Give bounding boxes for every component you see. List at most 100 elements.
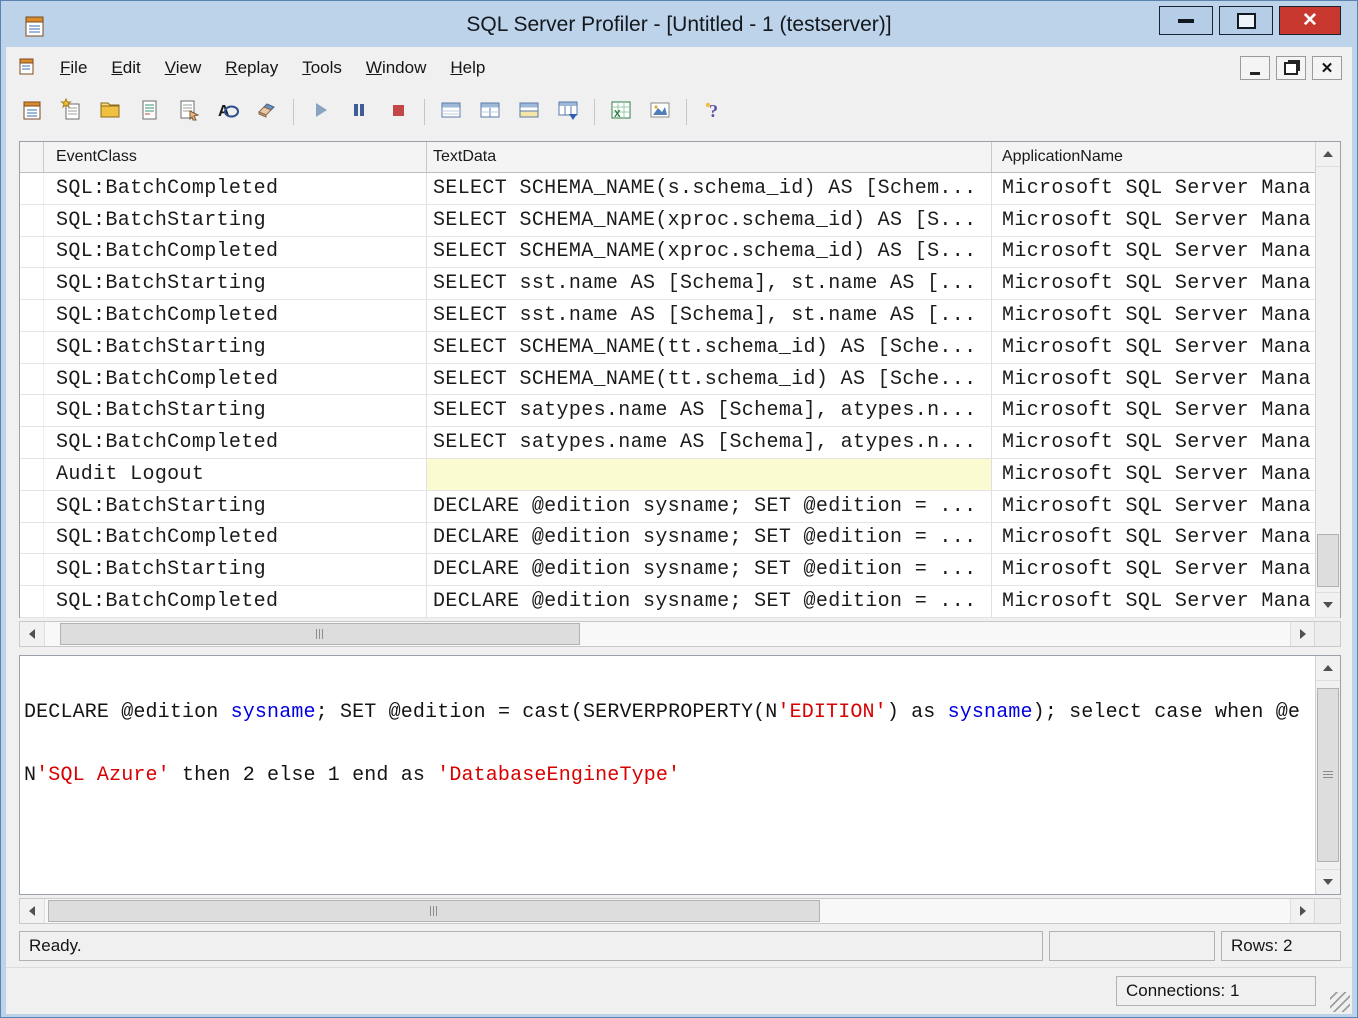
toolbar-separator bbox=[686, 99, 687, 125]
cell-eventclass: SQL:BatchCompleted bbox=[44, 300, 427, 331]
cell-applicationname: Microsoft SQL Server Mana bbox=[992, 332, 1315, 363]
new-trace-button[interactable] bbox=[20, 99, 46, 125]
scroll-up-button[interactable] bbox=[1316, 656, 1340, 681]
svg-text:?: ? bbox=[709, 101, 718, 121]
clear-trace-button[interactable] bbox=[254, 99, 280, 125]
grid-hscroll-thumb[interactable] bbox=[60, 623, 580, 645]
cell-applicationname: Microsoft SQL Server Mana bbox=[992, 364, 1315, 395]
mdi-restore-button[interactable] bbox=[1276, 56, 1306, 80]
menu-tools[interactable]: Tools bbox=[290, 52, 354, 84]
detail-vscroll-thumb[interactable] bbox=[1317, 688, 1339, 862]
cell-eventclass: SQL:BatchCompleted bbox=[44, 173, 427, 204]
trace-properties-button[interactable] bbox=[176, 99, 202, 125]
mdi-close-button[interactable]: ✕ bbox=[1312, 56, 1342, 80]
help-button[interactable]: ? bbox=[700, 99, 726, 125]
document-icon bbox=[18, 56, 38, 81]
save-trace-button[interactable] bbox=[137, 99, 163, 125]
auto-scroll-button[interactable] bbox=[477, 99, 503, 125]
scroll-up-button[interactable] bbox=[1316, 142, 1340, 167]
table-row[interactable]: SQL:BatchCompletedSELECT SCHEMA_NAME(s.s… bbox=[20, 173, 1340, 205]
open-trace-button[interactable] bbox=[98, 99, 124, 125]
grouped-view-button[interactable] bbox=[516, 99, 542, 125]
scroll-left-button[interactable] bbox=[20, 622, 45, 646]
connections-panel: Connections: 1 bbox=[1116, 976, 1316, 1006]
maximize-button[interactable] bbox=[1219, 6, 1273, 35]
scroll-right-button[interactable] bbox=[1290, 899, 1315, 923]
scroll-right-button[interactable] bbox=[1290, 622, 1315, 646]
table-row[interactable]: SQL:BatchCompletedDECLARE @edition sysna… bbox=[20, 586, 1340, 618]
table-row[interactable]: SQL:BatchCompletedSELECT SCHEMA_NAME(xpr… bbox=[20, 237, 1340, 269]
grouped-view-icon bbox=[517, 98, 541, 127]
resize-grip[interactable] bbox=[1330, 992, 1350, 1012]
start-trace-button[interactable] bbox=[307, 99, 333, 125]
menu-view[interactable]: View bbox=[153, 52, 214, 84]
grid-horizontal-scrollbar[interactable] bbox=[19, 621, 1341, 647]
row-indicator bbox=[20, 173, 44, 204]
cell-eventclass: Audit Logout bbox=[44, 459, 427, 490]
cell-eventclass: SQL:BatchStarting bbox=[44, 554, 427, 585]
window-content: File Edit View Replay Tools Window Help … bbox=[6, 47, 1352, 1012]
mdi-minimize-button[interactable] bbox=[1240, 56, 1270, 80]
header-applicationname[interactable]: ApplicationName bbox=[992, 142, 1315, 172]
detail-vertical-scrollbar[interactable] bbox=[1315, 656, 1340, 894]
header-eventclass[interactable]: EventClass bbox=[44, 142, 427, 172]
menu-replay[interactable]: Replay bbox=[213, 52, 290, 84]
chart-view-button[interactable] bbox=[647, 99, 673, 125]
table-row[interactable]: SQL:BatchStartingDECLARE @edition sysnam… bbox=[20, 491, 1340, 523]
export-grid-button[interactable]: X bbox=[608, 99, 634, 125]
chevron-up-icon bbox=[1323, 665, 1333, 671]
toggle-results-button[interactable] bbox=[438, 99, 464, 125]
table-row[interactable]: Audit LogoutMicrosoft SQL Server Mana bbox=[20, 459, 1340, 491]
table-row[interactable]: SQL:BatchCompletedDECLARE @edition sysna… bbox=[20, 523, 1340, 555]
table-row[interactable]: SQL:BatchStartingDECLARE @edition sysnam… bbox=[20, 554, 1340, 586]
sql-text: DECLARE @edition sysname; SET @edition =… bbox=[20, 656, 1315, 894]
table-row[interactable]: SQL:BatchStartingSELECT satypes.name AS … bbox=[20, 395, 1340, 427]
cell-eventclass: SQL:BatchCompleted bbox=[44, 364, 427, 395]
table-row[interactable]: SQL:BatchStartingSELECT sst.name AS [Sch… bbox=[20, 268, 1340, 300]
detail-hscroll-thumb[interactable] bbox=[48, 900, 820, 922]
row-indicator bbox=[20, 237, 44, 268]
pause-trace-icon bbox=[347, 98, 371, 127]
row-indicator bbox=[20, 554, 44, 585]
window-title: SQL Server Profiler - [Untitled - 1 (tes… bbox=[5, 13, 1353, 37]
pause-trace-button[interactable] bbox=[346, 99, 372, 125]
scroll-down-button[interactable] bbox=[1316, 869, 1340, 894]
table-row[interactable]: SQL:BatchCompletedSELECT sst.name AS [Sc… bbox=[20, 300, 1340, 332]
table-row[interactable]: SQL:BatchStartingSELECT SCHEMA_NAME(xpro… bbox=[20, 205, 1340, 237]
status-text: Ready. bbox=[29, 936, 82, 956]
stop-trace-button[interactable] bbox=[385, 99, 411, 125]
table-row[interactable]: SQL:BatchCompletedSELECT SCHEMA_NAME(tt.… bbox=[20, 364, 1340, 396]
thumb-grip-icon bbox=[1323, 771, 1333, 780]
toolbar-separator bbox=[594, 99, 595, 125]
grid-vertical-scrollbar[interactable] bbox=[1315, 142, 1340, 617]
header-textdata[interactable]: TextData bbox=[427, 142, 992, 172]
scroll-down-button[interactable] bbox=[1316, 592, 1340, 617]
menu-window[interactable]: Window bbox=[354, 52, 438, 84]
thumb-grip-icon bbox=[430, 906, 439, 916]
menu-file[interactable]: File bbox=[48, 52, 99, 84]
textdata-detail-pane[interactable]: DECLARE @edition sysname; SET @edition =… bbox=[19, 655, 1341, 895]
detail-horizontal-scrollbar[interactable] bbox=[19, 898, 1341, 924]
open-trace-icon bbox=[99, 98, 123, 127]
grid-vscroll-thumb[interactable] bbox=[1317, 534, 1339, 587]
organize-columns-button[interactable] bbox=[555, 99, 581, 125]
chevron-right-icon bbox=[1300, 906, 1306, 916]
mdi-close-icon: ✕ bbox=[1321, 61, 1334, 76]
scroll-left-button[interactable] bbox=[20, 899, 45, 923]
table-row[interactable]: SQL:BatchStartingSELECT SCHEMA_NAME(tt.s… bbox=[20, 332, 1340, 364]
row-indicator bbox=[20, 586, 44, 617]
menu-help[interactable]: Help bbox=[438, 52, 497, 84]
new-template-icon bbox=[60, 98, 84, 127]
table-row[interactable]: SQL:BatchCompletedSELECT satypes.name AS… bbox=[20, 427, 1340, 459]
cell-textdata: DECLARE @edition sysname; SET @edition =… bbox=[427, 491, 992, 522]
find-button[interactable]: A bbox=[215, 99, 241, 125]
new-template-button[interactable] bbox=[59, 99, 85, 125]
connections-count: Connections: 1 bbox=[1126, 981, 1239, 1001]
menu-edit[interactable]: Edit bbox=[99, 52, 152, 84]
row-indicator bbox=[20, 459, 44, 490]
cell-applicationname: Microsoft SQL Server Mana bbox=[992, 173, 1315, 204]
minimize-icon bbox=[1178, 19, 1194, 23]
mdi-restore-icon bbox=[1284, 62, 1298, 75]
close-button[interactable]: ✕ bbox=[1279, 6, 1341, 35]
minimize-button[interactable] bbox=[1159, 6, 1213, 35]
